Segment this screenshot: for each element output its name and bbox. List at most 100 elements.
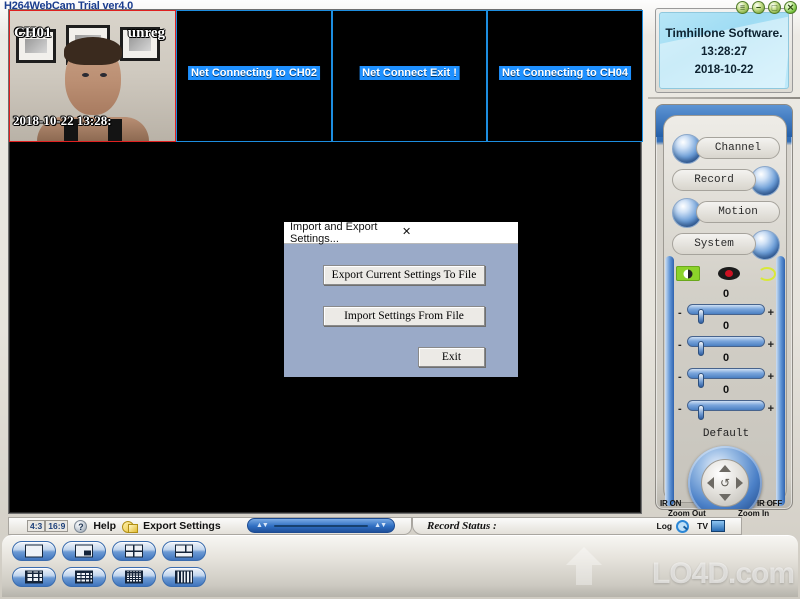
import-settings-button[interactable]: Import Settings From File bbox=[323, 306, 485, 326]
layout-6x6-button[interactable] bbox=[112, 567, 156, 587]
menu-button-system[interactable]: System bbox=[672, 230, 780, 260]
maximize-icon: □ bbox=[771, 2, 778, 12]
close-button[interactable]: ✕ bbox=[784, 1, 797, 14]
ptz-center-icon[interactable]: ↺ bbox=[720, 476, 730, 490]
video-grid: CH01 unreg 2018-10-22 13:28: Net Connect… bbox=[9, 10, 643, 142]
ptz-dpad[interactable]: ↺ bbox=[701, 459, 749, 507]
control-panel-inner: Channel Record Motion System 0 - + 0 - +… bbox=[663, 115, 788, 509]
layout-3x3-button[interactable] bbox=[12, 567, 56, 587]
brightness-track[interactable] bbox=[687, 304, 765, 324]
saturation-thumb[interactable] bbox=[698, 405, 704, 420]
ptz-down-icon[interactable] bbox=[719, 494, 731, 501]
sidebar-divider bbox=[648, 97, 800, 99]
aspect-ratio-4-3-button[interactable]: 4:3 bbox=[27, 520, 46, 532]
contrast-value: 0 bbox=[722, 320, 730, 332]
layout-button-group bbox=[12, 541, 206, 587]
app-title: H264WebCam Trial ver4.0 bbox=[4, 0, 134, 12]
zoom-in-label[interactable]: Zoom In bbox=[738, 509, 769, 518]
export-settings-label[interactable]: Export Settings bbox=[143, 520, 221, 532]
minimize-icon: − bbox=[755, 2, 762, 12]
window-controls: ≡ − □ ✕ bbox=[736, 1, 797, 14]
ir-off-label[interactable]: IR OFF bbox=[757, 499, 782, 508]
panel-rail-left bbox=[665, 256, 674, 506]
eye-icon[interactable] bbox=[717, 266, 741, 281]
ir-on-label[interactable]: IR ON bbox=[660, 499, 681, 508]
video-cell-ch01[interactable]: CH01 unreg 2018-10-22 13:28: bbox=[9, 10, 176, 142]
default-button[interactable]: Default bbox=[664, 428, 788, 440]
net-status-ch03: Net Connect Exit ! bbox=[359, 66, 460, 80]
ptz-left-icon[interactable] bbox=[707, 477, 714, 489]
video-cell-ch02[interactable]: Net Connecting to CH02 bbox=[176, 10, 332, 142]
brightness-value: 0 bbox=[722, 288, 730, 300]
panel-rail-right bbox=[776, 256, 785, 506]
timeline-slider[interactable]: ▲▼ ▲▼ bbox=[247, 518, 395, 533]
minimize-button[interactable]: − bbox=[752, 1, 765, 14]
layout-1plus5-button[interactable] bbox=[162, 541, 206, 561]
saturation-plus[interactable]: + bbox=[768, 403, 774, 415]
dialog-close-icon[interactable]: ✕ bbox=[399, 226, 514, 239]
tv-icon[interactable] bbox=[711, 520, 725, 532]
contrast-track[interactable] bbox=[687, 336, 765, 356]
help-icon[interactable]: ? bbox=[74, 519, 88, 533]
video-cell-ch03[interactable]: Net Connect Exit ! bbox=[332, 10, 487, 142]
layout-1x1-button[interactable] bbox=[12, 541, 56, 561]
aspect-ratio-group: 4:3 16:9 bbox=[27, 520, 69, 532]
clock-panel: Timhillone Software. 13:28:27 2018-10-22 bbox=[655, 8, 793, 93]
ptz-up-icon[interactable] bbox=[719, 465, 731, 472]
net-status-ch04: Net Connecting to CH04 bbox=[499, 66, 631, 80]
export-settings-icon[interactable] bbox=[122, 520, 139, 533]
hue-value: 0 bbox=[722, 352, 730, 364]
record-status-bar: Record Status : Log TV bbox=[412, 517, 742, 535]
minimize-all-icon: ≡ bbox=[739, 2, 746, 12]
dialog-exit-button[interactable]: Exit bbox=[418, 347, 485, 367]
aspect-ratio-16-9-button[interactable]: 16:9 bbox=[45, 520, 69, 532]
import-export-settings-dialog[interactable]: Import and Export Settings... ✕ Export C… bbox=[283, 221, 519, 378]
log-label[interactable]: Log bbox=[657, 521, 673, 531]
net-status-ch02: Net Connecting to CH02 bbox=[188, 66, 320, 80]
osd-registration-status: unreg bbox=[127, 25, 165, 41]
help-label[interactable]: Help bbox=[93, 520, 116, 532]
rotate-icon[interactable] bbox=[758, 266, 776, 281]
brightness-plus[interactable]: + bbox=[768, 307, 774, 319]
menu-button-motion[interactable]: Motion bbox=[672, 198, 780, 228]
menu-button-channel[interactable]: Channel bbox=[672, 134, 780, 164]
menu-label-system: System bbox=[672, 233, 756, 255]
minimize-all-button[interactable]: ≡ bbox=[736, 1, 749, 14]
video-cell-ch04[interactable]: Net Connecting to CH04 bbox=[487, 10, 643, 142]
maximize-button[interactable]: □ bbox=[768, 1, 781, 14]
tv-label[interactable]: TV bbox=[697, 521, 708, 531]
export-current-settings-button[interactable]: Export Current Settings To File bbox=[323, 265, 485, 285]
record-status-label: Record Status : bbox=[427, 520, 497, 532]
software-brand-label: Timhillone Software. bbox=[665, 25, 783, 40]
clock-time: 13:28:27 bbox=[700, 45, 748, 58]
hue-minus[interactable]: - bbox=[678, 371, 682, 383]
brightness-icon[interactable] bbox=[676, 266, 700, 281]
close-icon: ✕ bbox=[786, 2, 795, 12]
contrast-minus[interactable]: - bbox=[678, 339, 682, 351]
hue-track[interactable] bbox=[687, 368, 765, 388]
clock-inner: Timhillone Software. 13:28:27 2018-10-22 bbox=[659, 12, 789, 89]
slider-left-arrows-icon[interactable]: ▲▼ bbox=[256, 522, 269, 529]
contrast-plus[interactable]: + bbox=[768, 339, 774, 351]
clock-date: 2018-10-22 bbox=[694, 63, 754, 76]
layout-2x2-button[interactable] bbox=[112, 541, 156, 561]
control-panel: Channel Record Motion System 0 - + 0 - +… bbox=[655, 104, 793, 510]
saturation-track[interactable] bbox=[687, 400, 765, 420]
saturation-minus[interactable]: - bbox=[678, 403, 682, 415]
ptz-joystick[interactable]: ↺ bbox=[688, 446, 762, 509]
osd-channel-name: CH01 bbox=[14, 25, 52, 41]
image-adjust-icon-row bbox=[676, 266, 776, 281]
saturation-slider[interactable]: 0 - + bbox=[678, 384, 774, 420]
osd-timestamp: 2018-10-22 13:28: bbox=[13, 113, 112, 128]
layout-pip-button[interactable] bbox=[62, 541, 106, 561]
layout-columns-button[interactable] bbox=[162, 567, 206, 587]
dialog-title: Import and Export Settings... bbox=[290, 220, 378, 245]
menu-button-record[interactable]: Record bbox=[672, 166, 780, 196]
hue-plus[interactable]: + bbox=[768, 371, 774, 383]
ptz-right-icon[interactable] bbox=[736, 477, 743, 489]
brightness-minus[interactable]: - bbox=[678, 307, 682, 319]
slider-right-arrows-icon[interactable]: ▲▼ bbox=[374, 522, 387, 529]
log-search-icon[interactable] bbox=[675, 520, 690, 533]
layout-4x4-button[interactable] bbox=[62, 567, 106, 587]
slider-track[interactable] bbox=[273, 524, 369, 527]
